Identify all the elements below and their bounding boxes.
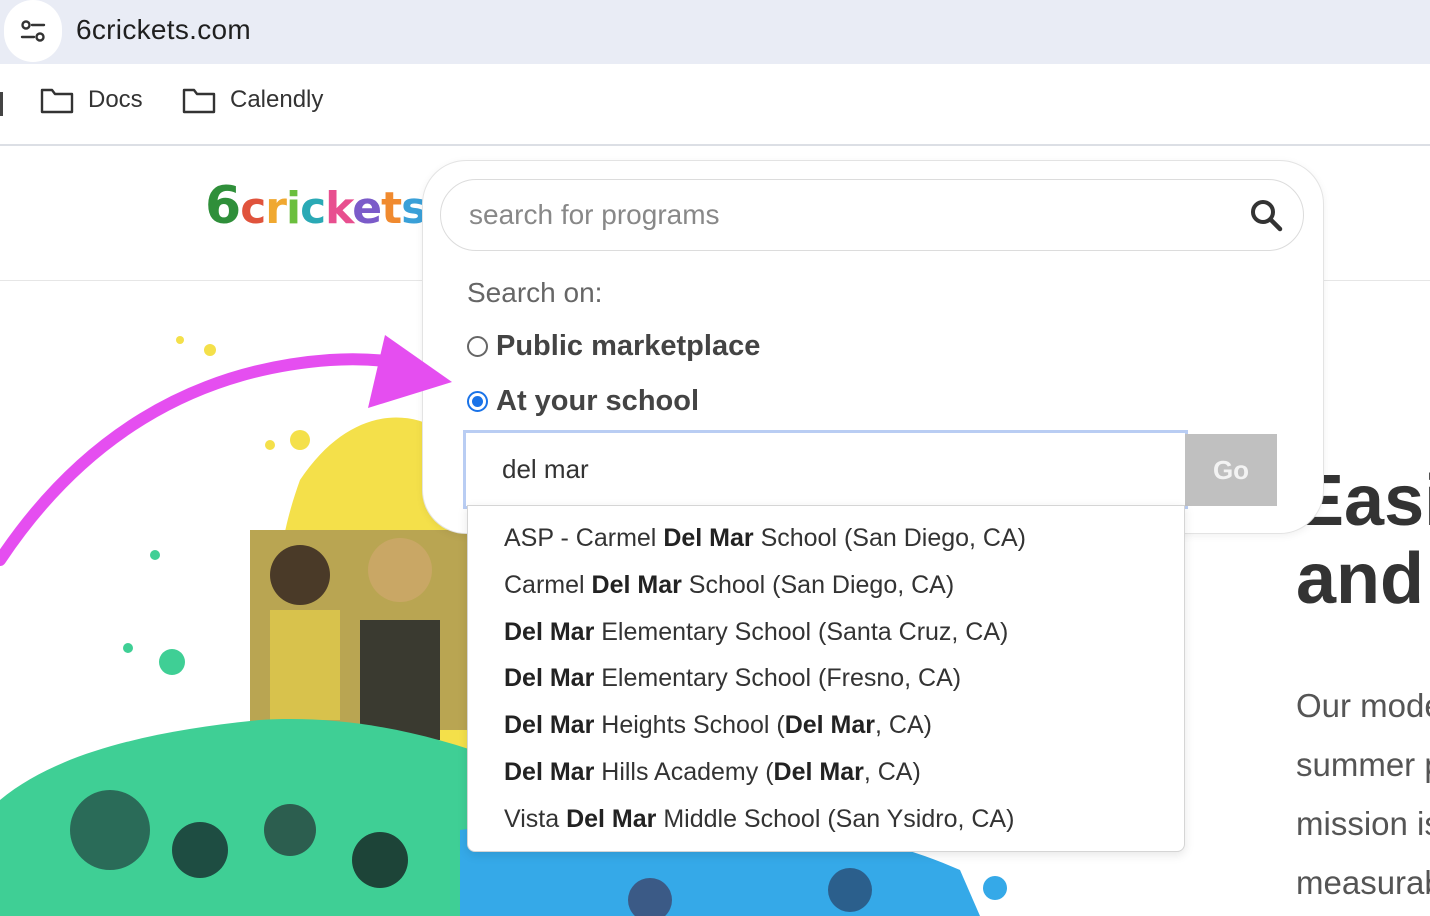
- hero-heading-line-2: and: [1296, 539, 1425, 619]
- hero-paragraph-line: summer p: [1296, 746, 1430, 783]
- go-button[interactable]: Go: [1185, 434, 1277, 506]
- suggestion-item[interactable]: Del Mar Elementary School (Santa Cruz, C…: [504, 618, 1008, 647]
- annotation-arrow: [0, 335, 452, 566]
- bookmarks-bar: Docs Calendly: [0, 64, 1430, 146]
- hero-paragraph-line: Our mode: [1296, 687, 1430, 724]
- radio-label: Public marketplace: [496, 330, 761, 362]
- folder-icon: [40, 88, 74, 114]
- suggestion-item[interactable]: Del Mar Heights School (Del Mar, CA): [504, 711, 932, 740]
- url-text[interactable]: 6crickets.com: [76, 14, 251, 46]
- browser-address-bar: 6crickets.com: [0, 0, 1430, 64]
- suggestion-item[interactable]: Carmel Del Mar School (San Diego, CA): [504, 571, 954, 600]
- program-search-box: [440, 179, 1304, 251]
- hero-paragraph-line: mission is: [1296, 805, 1430, 842]
- bookmark-docs[interactable]: Docs: [40, 86, 143, 114]
- folder-icon: [182, 88, 216, 114]
- radio-button[interactable]: [467, 336, 488, 357]
- suggestion-item[interactable]: Del Mar Hills Academy (Del Mar, CA): [504, 758, 921, 787]
- page: 6crickets.com Docs Calendly 6crickets Ea…: [0, 0, 1430, 916]
- bookmark-label: Docs: [88, 86, 143, 113]
- hero-paragraph-line: measurab: [1296, 864, 1430, 901]
- school-search-input[interactable]: [502, 433, 1162, 506]
- bookmark-calendly[interactable]: Calendly: [182, 86, 323, 114]
- search-on-label: Search on:: [467, 277, 603, 308]
- school-suggestions-dropdown: ASP - Carmel Del Mar School (San Diego, …: [467, 505, 1185, 852]
- suggestion-item[interactable]: Vista Del Mar Middle School (San Ysidro,…: [504, 805, 1014, 834]
- site-logo[interactable]: 6crickets: [205, 180, 427, 232]
- radio-label: At your school: [496, 385, 700, 417]
- bookmark-label: Calendly: [230, 86, 324, 113]
- site-info-button[interactable]: [4, 0, 62, 62]
- program-search-input[interactable]: [469, 180, 1229, 250]
- suggestion-item[interactable]: Del Mar Elementary School (Fresno, CA): [504, 664, 961, 693]
- bookmark-cutoff: [0, 92, 3, 116]
- search-icon[interactable]: [1249, 198, 1283, 232]
- school-search-field: [463, 430, 1188, 509]
- tune-icon: [20, 20, 46, 42]
- hero-paragraph: Our mode summer p mission is measurab: [1296, 676, 1430, 912]
- radio-at-your-school[interactable]: At your school: [467, 385, 699, 418]
- radio-button-selected[interactable]: [467, 391, 488, 412]
- suggestion-item[interactable]: ASP - Carmel Del Mar School (San Diego, …: [504, 524, 1026, 553]
- radio-public-marketplace[interactable]: Public marketplace: [467, 330, 760, 363]
